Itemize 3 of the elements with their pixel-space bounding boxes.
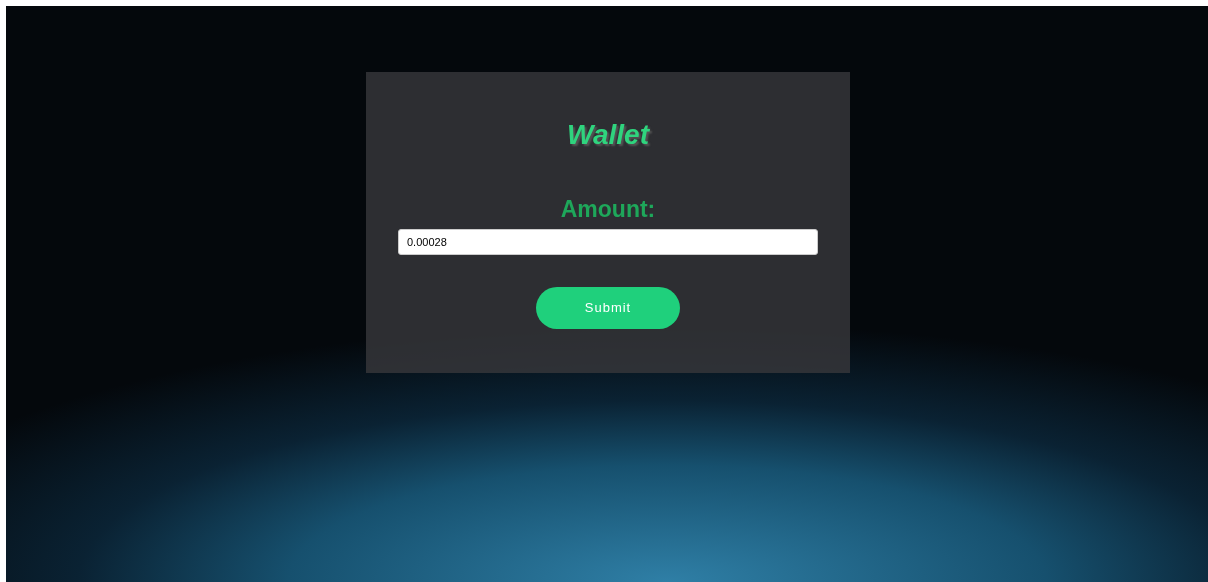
amount-field[interactable]: 0.00028 [398, 228, 818, 255]
amount-label: Amount: [560, 195, 656, 224]
wallet-title: Wallet [567, 118, 649, 152]
